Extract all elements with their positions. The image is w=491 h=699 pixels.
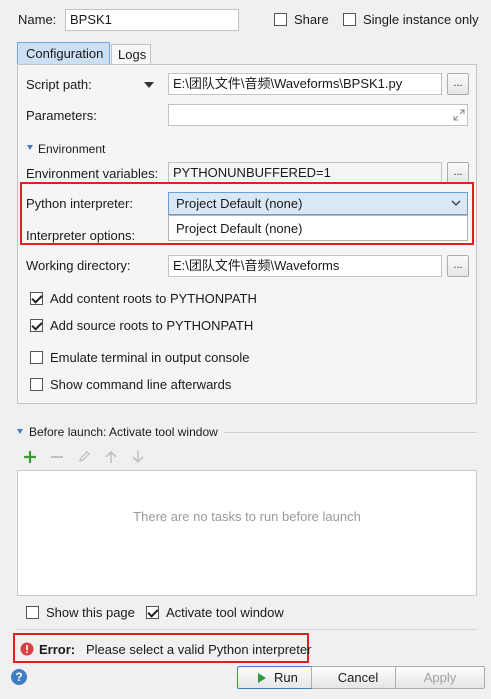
share-checkbox[interactable] [274, 13, 287, 26]
env-vars-input[interactable]: PYTHONUNBUFFERED=1 [168, 162, 442, 184]
working-directory-label: Working directory: [26, 258, 131, 273]
single-instance-checkbox[interactable] [343, 13, 356, 26]
emulate-terminal-label: Emulate terminal in output console [50, 350, 250, 365]
interpreter-options-label: Interpreter options: [26, 228, 136, 243]
share-label: Share [294, 12, 329, 27]
activate-tool-window-checkbox[interactable] [146, 606, 159, 619]
show-command-line-checkbox[interactable] [30, 378, 43, 391]
error-icon [20, 642, 34, 656]
env-vars-label: Environment variables: [26, 166, 159, 181]
footer-divider [17, 629, 477, 630]
error-text: Please select a valid Python interpreter [86, 642, 312, 657]
tab-configuration[interactable]: Configuration [17, 42, 110, 65]
show-command-line-label: Show command line afterwards [50, 377, 232, 392]
python-interpreter-select[interactable]: Project Default (none) [168, 192, 468, 215]
edit-icon[interactable] [77, 450, 91, 464]
help-icon[interactable]: ? [11, 669, 27, 685]
dropdown-option[interactable]: Project Default (none) [176, 221, 302, 237]
cancel-button[interactable]: Cancel [311, 666, 405, 689]
tab-logs[interactable]: Logs [111, 44, 151, 65]
section-divider [224, 432, 477, 433]
name-input[interactable]: BPSK1 [65, 9, 239, 31]
working-directory-input[interactable]: E:\团队文件\音频\Waveforms [168, 255, 442, 277]
error-message-box: Error: Please select a valid Python inte… [13, 633, 312, 663]
add-icon[interactable] [23, 450, 37, 464]
emulate-terminal-checkbox[interactable] [30, 351, 43, 364]
expand-icon[interactable] [453, 109, 465, 121]
parameters-input[interactable] [168, 104, 468, 126]
script-type-dropdown-icon[interactable] [144, 82, 154, 88]
name-label: Name: [18, 12, 57, 27]
working-directory-browse-button[interactable]: ... [447, 255, 469, 277]
chevron-down-icon [451, 200, 461, 206]
python-interpreter-label: Python interpreter: [26, 196, 133, 211]
parameters-label: Parameters: [26, 108, 97, 123]
run-icon [258, 673, 266, 683]
run-button-label: Run [274, 670, 298, 685]
add-content-roots-label: Add content roots to PYTHONPATH [50, 291, 257, 306]
show-this-page-label: Show this page [46, 605, 135, 620]
activate-tool-window-label: Activate tool window [166, 605, 284, 620]
add-content-roots-checkbox[interactable] [30, 292, 43, 305]
interpreter-dropdown-list: Project Default (none) [168, 215, 468, 241]
add-source-roots-checkbox[interactable] [30, 319, 43, 332]
add-source-roots-label: Add source roots to PYTHONPATH [50, 318, 254, 333]
env-vars-browse-button[interactable]: ... [447, 162, 469, 184]
error-prefix: Error: [39, 642, 76, 657]
before-launch-title: Before launch: Activate tool window [29, 425, 218, 439]
script-path-label: Script path: [26, 77, 92, 92]
remove-icon[interactable] [50, 450, 64, 464]
empty-list-message: There are no tasks to run before launch [133, 509, 361, 524]
script-path-input[interactable]: E:\团队文件\音频\Waveforms\BPSK1.py [168, 73, 442, 95]
move-down-icon[interactable] [131, 450, 145, 464]
collapse-environment-icon[interactable] [27, 145, 33, 150]
environment-section-label: Environment [38, 142, 106, 156]
python-interpreter-value: Project Default (none) [176, 196, 303, 211]
show-this-page-checkbox[interactable] [26, 606, 39, 619]
apply-button[interactable]: Apply [395, 666, 485, 689]
single-instance-label: Single instance only [363, 12, 479, 27]
collapse-before-launch-icon[interactable] [17, 429, 23, 434]
move-up-icon[interactable] [104, 450, 118, 464]
script-path-browse-button[interactable]: ... [447, 73, 469, 95]
before-launch-list[interactable]: There are no tasks to run before launch [17, 470, 477, 596]
